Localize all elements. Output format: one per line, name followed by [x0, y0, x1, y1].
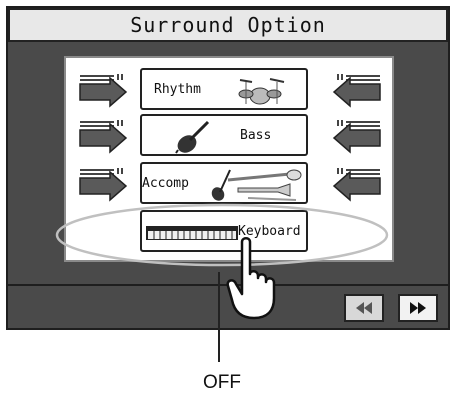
- highlight-ellipse: [55, 203, 389, 267]
- screen-title: Surround Option: [8, 8, 448, 42]
- callout-line: [218, 272, 220, 362]
- orchestra-instruments-icon: [211, 169, 302, 201]
- rewind-icon: [356, 302, 372, 314]
- right-arrow-bass[interactable]: [330, 116, 384, 156]
- next-page-button[interactable]: [398, 294, 438, 322]
- callout-label: OFF: [203, 372, 241, 393]
- right-arrow-accomp[interactable]: [330, 164, 384, 204]
- pointing-hand-icon: [226, 237, 276, 320]
- left-arrow-accomp[interactable]: [76, 164, 130, 204]
- part-label-rhythm: Rhythm: [154, 82, 201, 97]
- right-arrow-rhythm[interactable]: [330, 70, 384, 110]
- contrabass-icon: [175, 120, 210, 154]
- part-label-bass: Bass: [240, 128, 272, 143]
- left-arrow-rhythm[interactable]: [76, 70, 130, 110]
- fast-forward-icon: [410, 302, 426, 314]
- part-button-accomp[interactable]: Accomp: [140, 162, 308, 204]
- previous-page-button[interactable]: [344, 294, 384, 322]
- drum-kit-icon: [238, 78, 285, 105]
- left-arrow-bass[interactable]: [76, 116, 130, 156]
- part-button-rhythm[interactable]: Rhythm: [140, 68, 308, 110]
- surround-option-screen: Surround Option Rhythm Bass Accomp Keybo…: [0, 0, 456, 340]
- part-label-accomp: Accomp: [142, 176, 189, 191]
- part-button-bass[interactable]: Bass: [140, 114, 308, 156]
